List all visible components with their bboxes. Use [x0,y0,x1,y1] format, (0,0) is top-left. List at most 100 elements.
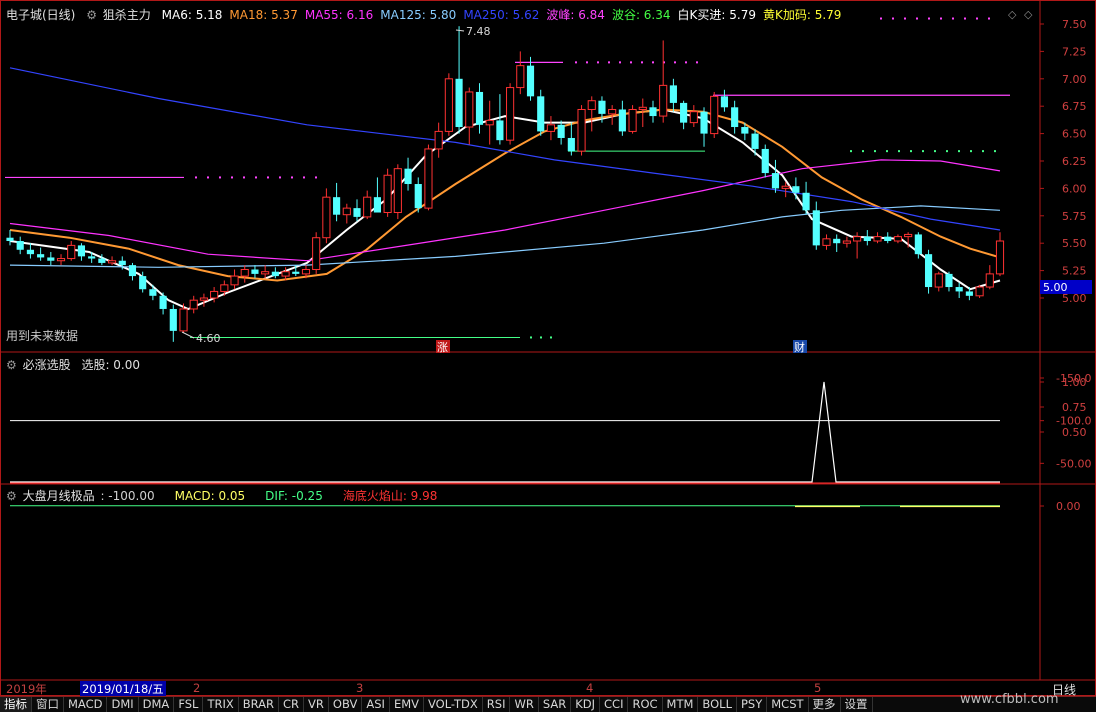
tab-psy[interactable]: PSY [737,697,768,712]
dot [976,17,978,20]
candle-body [189,299,198,310]
indicator-name[interactable]: 狙杀主力 [103,8,151,22]
tab-kdj[interactable]: KDJ [571,697,601,712]
candle-body [761,148,769,174]
candle-body [353,208,361,217]
tab-vr[interactable]: VR [304,697,329,712]
tab-vol-tdx[interactable]: VOL-TDX [424,697,483,712]
candle-body [587,100,596,110]
candle-body [955,287,963,292]
tab-boll[interactable]: BOLL [698,697,737,712]
candle-body [802,192,810,211]
selected-date[interactable]: 2019/01/18/五 [80,681,166,697]
tab-设置[interactable]: 设置 [841,697,873,712]
tick-label-p3-1: -50.00 [1056,457,1091,470]
gear-icon[interactable]: ⚙ [6,358,17,372]
candle-body [863,236,871,242]
candle-body [934,273,943,288]
dot [291,176,293,179]
panel3-header: ⚙ 大盘月线极品 : -100.00 MACD: 0.05 DIF: -0.25 海底… [6,487,464,503]
tab-更多[interactable]: 更多 [809,697,841,712]
candle-body [322,196,331,239]
dot [619,61,621,64]
cai-marker: 财 [794,340,805,354]
candle-body [149,289,157,296]
tab-dmi[interactable]: DMI [107,697,139,712]
tab-roc[interactable]: ROC [628,697,663,712]
candle-body [373,197,381,213]
candle-body [751,133,759,149]
candle-body [680,102,688,123]
panel3-title[interactable]: 大盘月线极品 [23,489,95,503]
tab-asi[interactable]: ASI [362,697,390,712]
candle-body [67,244,76,260]
candle-body [26,249,34,255]
tab-trix[interactable]: TRIX [203,697,239,712]
tab-emv[interactable]: EMV [390,697,424,712]
indicator-tabbar: 指标 窗口 MACD DMI DMA FSL TRIX BRAR CR VR OBV ASI EMV VO… [0,696,1096,712]
collapse-icon[interactable]: ◇ [1024,8,1032,21]
main-header: 电子城(日线) ⚙ 狙杀主力 MA6: 5.18 MA18: 5.37 MA55: … [6,6,855,22]
candle-body [128,265,137,277]
line-ma18 [9,108,1001,282]
dot [916,17,918,20]
candle-body [333,197,341,215]
candle-body [557,124,565,138]
tab-brar[interactable]: BRAR [239,697,280,712]
dot [674,61,676,64]
dot [982,150,984,153]
line-ma250 [9,67,1001,231]
candle-body [731,107,739,128]
dot [586,61,588,64]
candle-body [404,168,412,185]
diamond-icon[interactable]: ◇ [1008,8,1016,21]
tab-dma[interactable]: DMA [139,697,175,712]
dot [892,17,894,20]
dot [530,336,532,339]
tab-窗口[interactable]: 窗口 [32,697,64,712]
tab-cr[interactable]: CR [279,697,305,712]
panel2-title[interactable]: 必涨选股 [23,358,71,372]
gear-icon[interactable]: ⚙ [6,489,17,503]
candle-body [88,256,96,259]
dot [641,61,643,64]
tab-wr[interactable]: WR [510,697,539,712]
tab-rsi[interactable]: RSI [483,697,511,712]
candle-body [741,127,749,134]
dot [850,150,852,153]
ma-value-5: 波峰: 6.84 [546,8,605,22]
candle-body [342,207,351,216]
dot [303,176,305,179]
high-price-label: 7.48 [466,25,491,38]
tick-label-main-1: 7.25 [1062,45,1087,58]
tab-obv[interactable]: OBV [329,697,363,712]
dot [862,150,864,153]
tab-fsl[interactable]: FSL [174,697,204,712]
candle-body [567,137,575,152]
gear-icon[interactable]: ⚙ [86,8,97,22]
tab-指标[interactable]: 指标 [0,697,32,712]
candle-body [281,271,290,277]
candle-body [47,257,55,261]
candle-body [659,84,668,117]
ma-value-1: MA18: 5.37 [229,8,298,22]
tick-label-main-7: 5.75 [1062,210,1087,223]
candle-body [271,271,279,277]
dot [267,176,269,179]
stock-title[interactable]: 电子城(日线) [6,8,75,22]
candle-body [873,236,882,242]
dot [550,336,552,339]
panel3-value-1: MACD: 0.05 [174,489,246,503]
dot [255,176,257,179]
panel3-value-3: 海底火焰山: 9.98 [342,489,438,503]
tab-mcst[interactable]: MCST [767,697,809,712]
tab-sar[interactable]: SAR [539,697,572,712]
panel3-value-2: DIF: -0.25 [265,489,323,503]
candle-body [179,308,188,332]
candle-body [975,286,984,297]
signal-line [10,381,1000,483]
tab-cci[interactable]: CCI [600,697,629,712]
tab-mtm[interactable]: MTM [663,697,699,712]
ma-values: MA6: 5.18 MA18: 5.37 MA55: 6.16 MA125: 5.80… [162,8,849,22]
tab-macd[interactable]: MACD [64,697,108,712]
